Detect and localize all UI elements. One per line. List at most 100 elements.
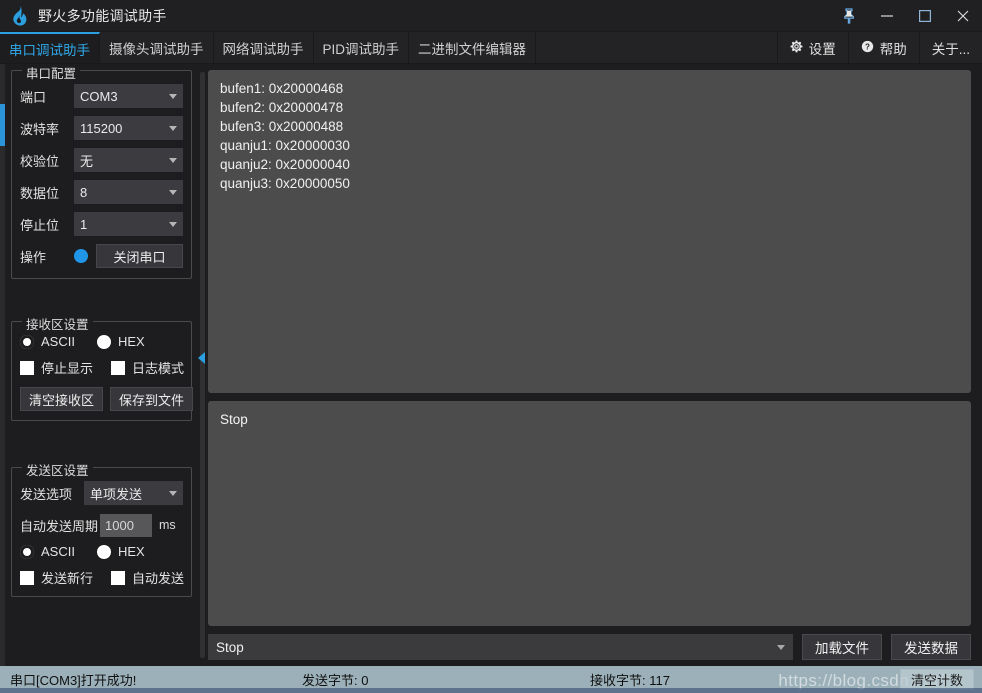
- maximize-icon[interactable]: [906, 0, 944, 32]
- send-newline-checkbox[interactable]: 发送新行: [20, 568, 93, 587]
- application-window: 野火多功能调试助手 串口调试助手: [0, 0, 982, 693]
- auto-period-unit: ms: [159, 518, 176, 532]
- stop-display-checkbox[interactable]: 停止显示: [20, 358, 93, 377]
- left-scrollbar[interactable]: [0, 64, 5, 666]
- send-format-row: ASCII HEX: [20, 544, 183, 559]
- port-select[interactable]: COM3: [74, 84, 183, 108]
- databits-row: 数据位 8: [20, 179, 183, 205]
- parity-row: 校验位 无: [20, 147, 183, 173]
- stopbits-value: 1: [80, 217, 165, 232]
- tab-serial-assistant[interactable]: 串口调试助手: [0, 32, 100, 63]
- serial-config-legend: 串口配置: [22, 64, 80, 82]
- receive-settings-legend: 接收区设置: [22, 314, 93, 333]
- collapse-left-arrow-icon[interactable]: [198, 352, 205, 364]
- send-option-row: 发送选项 单项发送: [20, 480, 183, 506]
- sidebar: 串口配置 端口 COM3 波特率 115200 校验位: [5, 64, 197, 666]
- send-history-combo[interactable]: Stop: [208, 634, 793, 660]
- databits-label: 数据位: [20, 183, 74, 202]
- clear-receive-button[interactable]: 清空接收区: [20, 387, 103, 411]
- help-label: 帮助: [880, 38, 907, 58]
- send-ascii-radio[interactable]: ASCII: [20, 544, 75, 559]
- tab-bar: 串口调试助手 摄像头调试助手 网络调试助手 PID调试助手 二进制文件编辑器 设…: [0, 32, 982, 64]
- port-row: 端口 COM3: [20, 83, 183, 109]
- tab-network-assistant[interactable]: 网络调试助手: [214, 32, 314, 63]
- checkbox-icon: [20, 361, 34, 375]
- svg-text:?: ?: [865, 42, 870, 51]
- tab-binary-editor[interactable]: 二进制文件编辑器: [409, 32, 536, 63]
- panel-splitter[interactable]: [197, 64, 208, 666]
- settings-button[interactable]: 设置: [777, 32, 848, 63]
- stopbits-select[interactable]: 1: [74, 212, 183, 236]
- receive-buttons-row: 清空接收区 保存到文件: [20, 387, 183, 411]
- parity-value: 无: [80, 151, 165, 170]
- baudrate-row: 波特率 115200: [20, 115, 183, 141]
- clear-count-button[interactable]: 清空计数: [900, 669, 974, 690]
- send-hex-radio[interactable]: HEX: [97, 544, 145, 559]
- databits-select[interactable]: 8: [74, 180, 183, 204]
- about-label: 关于...: [932, 38, 970, 58]
- close-port-button[interactable]: 关闭串口: [96, 244, 183, 268]
- send-data-button[interactable]: 发送数据: [891, 634, 971, 660]
- question-circle-icon: ?: [861, 40, 874, 56]
- stop-display-label: 停止显示: [41, 358, 93, 377]
- main-panel: bufen1: 0x20000468 bufen2: 0x20000478 bu…: [208, 64, 982, 666]
- receive-settings-group: 接收区设置 ASCII HEX 停止显示: [11, 321, 192, 421]
- help-button[interactable]: ? 帮助: [848, 32, 919, 63]
- save-to-file-button[interactable]: 保存到文件: [110, 387, 193, 411]
- splitter-handle[interactable]: [200, 72, 205, 658]
- about-button[interactable]: 关于...: [919, 32, 982, 63]
- tab-camera-assistant[interactable]: 摄像头调试助手: [100, 32, 214, 63]
- chevron-down-icon: [169, 491, 177, 496]
- baudrate-value: 115200: [80, 121, 165, 136]
- load-file-button[interactable]: 加载文件: [802, 634, 882, 660]
- status-port-message: 串口[COM3]打开成功!: [10, 670, 136, 689]
- gear-icon: [790, 40, 803, 56]
- auto-period-label: 自动发送周期: [20, 516, 98, 535]
- operation-row: 操作 关闭串口: [20, 243, 183, 269]
- operation-label: 操作: [20, 247, 74, 266]
- close-icon[interactable]: [944, 0, 982, 32]
- baudrate-select[interactable]: 115200: [74, 116, 183, 140]
- receive-line: bufen1: 0x20000468: [220, 79, 959, 98]
- sidebar-spacer: [11, 603, 192, 666]
- receive-hex-radio[interactable]: HEX: [97, 334, 145, 349]
- send-history-value: Stop: [216, 640, 777, 655]
- auto-period-row: 自动发送周期 1000 ms: [20, 512, 183, 538]
- receive-textarea[interactable]: bufen1: 0x20000468 bufen2: 0x20000478 bu…: [208, 70, 971, 393]
- receive-ascii-label: ASCII: [41, 334, 75, 349]
- title-bar: 野火多功能调试助手: [0, 0, 982, 32]
- tab-label: 网络调试助手: [223, 38, 304, 58]
- tab-label: 串口调试助手: [9, 39, 90, 59]
- close-port-label: 关闭串口: [113, 247, 165, 266]
- send-newline-label: 发送新行: [41, 568, 93, 587]
- send-option-select[interactable]: 单项发送: [84, 481, 183, 505]
- receive-line: bufen3: 0x20000488: [220, 117, 959, 136]
- parity-select[interactable]: 无: [74, 148, 183, 172]
- tab-pid-assistant[interactable]: PID调试助手: [314, 32, 410, 63]
- auto-send-checkbox[interactable]: 自动发送: [111, 568, 184, 587]
- receive-hex-label: HEX: [118, 334, 145, 349]
- tab-label: 摄像头调试助手: [109, 38, 204, 58]
- send-textarea[interactable]: Stop: [208, 401, 971, 626]
- tab-label: 二进制文件编辑器: [418, 38, 526, 58]
- pin-icon[interactable]: [830, 0, 868, 32]
- send-settings-legend: 发送区设置: [22, 460, 93, 479]
- receive-line: quanju3: 0x20000050: [220, 174, 959, 193]
- radio-icon: [97, 335, 111, 349]
- log-mode-checkbox[interactable]: 日志模式: [111, 358, 184, 377]
- clear-receive-label: 清空接收区: [29, 390, 94, 409]
- send-option-value: 单项发送: [90, 484, 165, 503]
- minimize-icon[interactable]: [868, 0, 906, 32]
- radio-icon: [20, 545, 34, 559]
- save-to-file-label: 保存到文件: [119, 390, 184, 409]
- bottom-edge-bleed: [0, 688, 982, 693]
- auto-period-input[interactable]: 1000: [100, 514, 152, 537]
- auto-period-value: 1000: [105, 518, 134, 533]
- send-text: Stop: [220, 410, 959, 429]
- receive-line: quanju1: 0x20000030: [220, 136, 959, 155]
- stopbits-row: 停止位 1: [20, 211, 183, 237]
- send-option-label: 发送选项: [20, 484, 84, 503]
- receive-ascii-radio[interactable]: ASCII: [20, 334, 75, 349]
- clear-count-label: 清空计数: [911, 670, 963, 689]
- left-scrollbar-thumb[interactable]: [0, 104, 5, 146]
